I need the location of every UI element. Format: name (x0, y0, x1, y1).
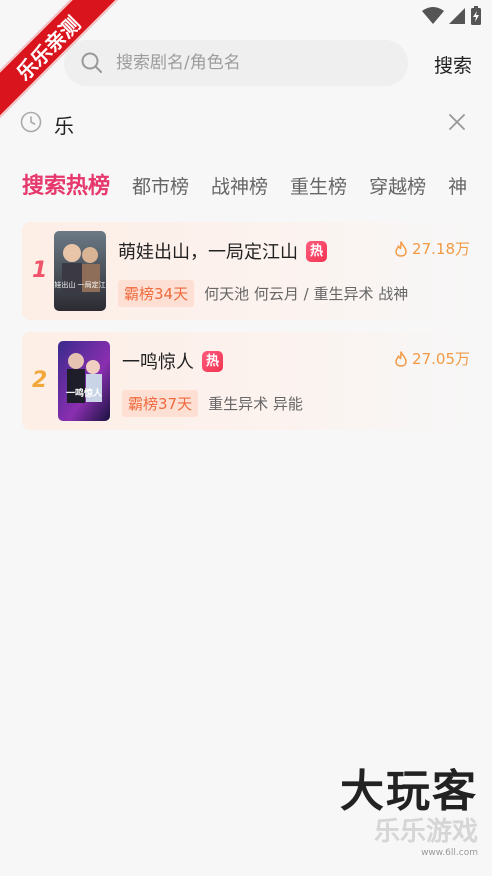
hot-badge: 热 (306, 240, 327, 262)
poster-caption: 萌娃出山 一局定江山 (54, 280, 106, 289)
flame-icon (395, 240, 407, 257)
promo-ribbon: 乐乐亲测 (0, 0, 130, 130)
heat-value: 27.18万 (412, 240, 470, 258)
drama-meta: 霸榜37天 重生异术 异能 (122, 390, 303, 417)
battery-icon (471, 6, 481, 25)
tab-urban[interactable]: 都市榜 (132, 170, 189, 204)
ranking-days-tag: 霸榜34天 (118, 280, 195, 307)
drama-poster[interactable]: 萌娃出山 一局定江山 (54, 231, 106, 311)
rank-number: 2 (32, 368, 48, 393)
heat-count: 27.05万 (394, 348, 470, 369)
ranking-item[interactable]: 1 萌娃出山 一局定江山 萌娃出山，一局定江山 热 27.18万 霸榜34天 何… (22, 222, 470, 320)
drama-title-row: 一鸣惊人 热 (122, 348, 223, 374)
drama-info: 何天池 何云月 / 重生异术 战神 (204, 285, 409, 303)
tab-more[interactable]: 神 (448, 170, 467, 204)
search-input[interactable] (116, 53, 376, 73)
drama-title[interactable]: 萌娃出山，一局定江山 (118, 238, 298, 264)
status-icons (422, 6, 482, 26)
tab-time-travel[interactable]: 穿越榜 (369, 170, 426, 204)
watermark-main: 大玩客 (340, 766, 478, 817)
ribbon-text: 乐乐亲测 (0, 0, 120, 120)
drama-title[interactable]: 一鸣惊人 (122, 348, 194, 374)
wifi-icon (422, 7, 444, 24)
hot-badge: 热 (202, 350, 223, 372)
watermark-url: www.6ll.com (421, 848, 478, 858)
tab-search-hot[interactable]: 搜索热榜 (22, 170, 110, 204)
ranking-days-tag: 霸榜37天 (122, 390, 199, 417)
drama-info: 重生异术 异能 (208, 395, 303, 413)
ranking-item[interactable]: 2 一鸣惊人 一鸣惊人 热 27.05万 霸榜37天 重生异术 异能 (22, 332, 470, 430)
drama-title-row: 萌娃出山，一局定江山 热 (118, 238, 327, 264)
tab-rebirth[interactable]: 重生榜 (290, 170, 347, 204)
flame-icon (395, 350, 407, 367)
tab-war-god[interactable]: 战神榜 (211, 170, 268, 204)
heat-count: 27.18万 (394, 238, 470, 259)
heat-value: 27.05万 (412, 350, 470, 368)
search-button[interactable]: 搜索 (434, 51, 472, 78)
drama-poster[interactable]: 一鸣惊人 (58, 341, 110, 421)
drama-meta: 霸榜34天 何天池 何云月 / 重生异术 战神 (118, 280, 408, 307)
watermark: 大玩客 乐乐游戏 www.6ll.com (340, 755, 478, 858)
rank-number: 1 (32, 258, 48, 283)
signal-icon (449, 8, 465, 24)
ranking-tabs: 搜索热榜 都市榜 战神榜 重生榜 穿越榜 神 (22, 170, 492, 204)
poster-caption: 一鸣惊人 (66, 387, 103, 399)
clear-history-icon[interactable] (448, 113, 466, 131)
